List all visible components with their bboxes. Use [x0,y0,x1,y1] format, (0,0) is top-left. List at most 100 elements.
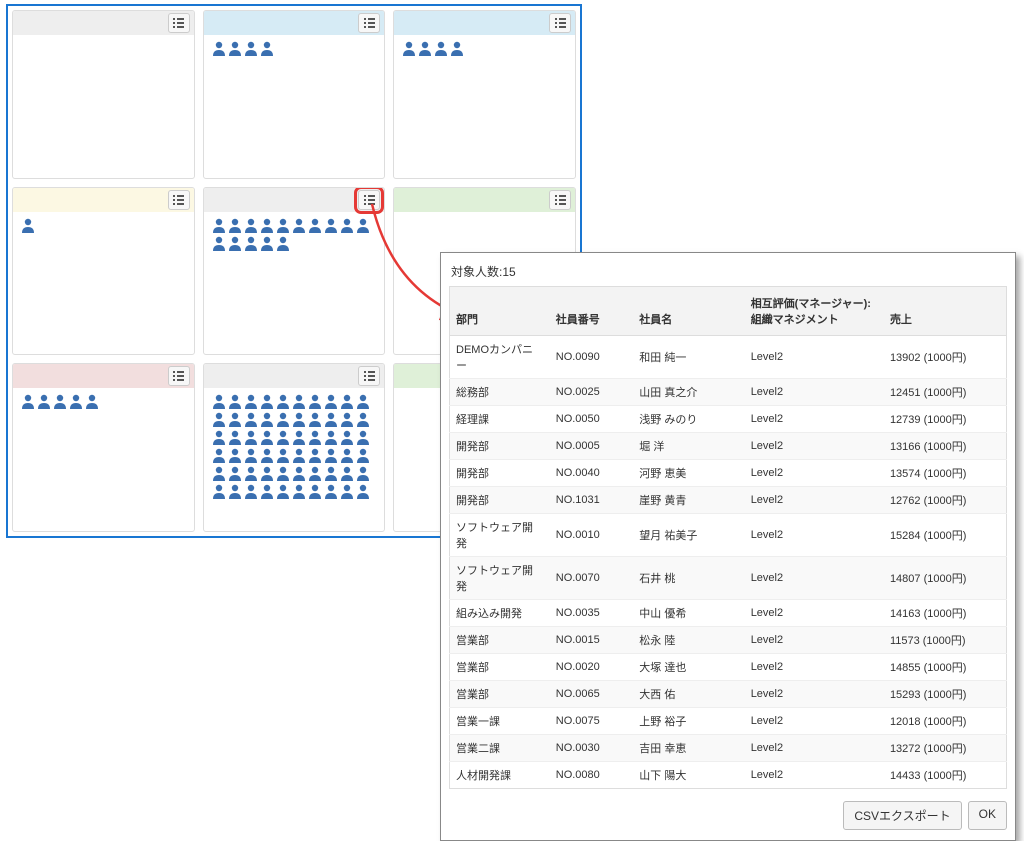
table-row[interactable]: 経理課NO.0050浅野 みのりLevel212739 (1000円) [450,406,1007,433]
cell-body [204,212,385,355]
table-cell: DEMOカンパニー [450,336,550,379]
table-cell: 13574 (1000円) [884,460,1007,487]
csv-export-button[interactable]: CSVエクスポート [843,801,961,830]
cell-list-button[interactable] [549,13,571,33]
person-icon [324,430,338,446]
table-header[interactable]: 社員番号 [550,287,634,336]
person-icon [308,466,322,482]
person-icon [244,412,258,428]
table-cell: 山下 陽大 [633,762,744,789]
cell-header [204,364,385,388]
list-icon [363,370,376,382]
cell-list-button[interactable] [549,190,571,210]
person-icon [212,448,226,464]
person-icon [276,430,290,446]
list-icon [554,17,567,29]
cell-list-button[interactable] [168,190,190,210]
table-cell: 12018 (1000円) [884,708,1007,735]
table-row[interactable]: 営業部NO.0015松永 陸Level211573 (1000円) [450,627,1007,654]
person-icon [244,466,258,482]
table-cell: 経理課 [450,406,550,433]
table-cell: 14433 (1000円) [884,762,1007,789]
table-cell: 中山 優希 [633,600,744,627]
person-icon [434,41,448,57]
person-icon [276,484,290,500]
table-cell: 松永 陸 [633,627,744,654]
table-cell: Level2 [745,460,884,487]
person-icon [260,430,274,446]
table-row[interactable]: 営業一課NO.0075上野 裕子Level212018 (1000円) [450,708,1007,735]
cell-list-button[interactable] [168,13,190,33]
table-cell: Level2 [745,336,884,379]
person-icon [292,448,306,464]
cell-body [204,388,385,531]
person-icon [292,412,306,428]
person-icon [340,218,354,234]
table-row[interactable]: DEMOカンパニーNO.0090和田 純一Level213902 (1000円) [450,336,1007,379]
cell-header [13,364,194,388]
table-cell: Level2 [745,433,884,460]
grid-cell [203,363,386,532]
cell-body [204,35,385,178]
table-row[interactable]: 営業二課NO.0030吉田 幸恵Level213272 (1000円) [450,735,1007,762]
person-icon [228,218,242,234]
person-icon [228,466,242,482]
person-icon [340,484,354,500]
cell-header [204,188,385,212]
table-cell: ソフトウェア開発 [450,557,550,600]
cell-list-button[interactable] [358,190,380,210]
list-icon [172,194,185,206]
person-icon [260,466,274,482]
person-icon [69,394,83,410]
table-row[interactable]: ソフトウェア開発NO.0070石井 桃Level214807 (1000円) [450,557,1007,600]
person-icon [308,448,322,464]
person-icon [228,394,242,410]
table-header[interactable]: 売上 [884,287,1007,336]
table-header[interactable]: 相互評価(マネージャー): 組織マネジメント [745,287,884,336]
table-row[interactable]: 開発部NO.1031崖野 黄青Level212762 (1000円) [450,487,1007,514]
table-row[interactable]: 営業部NO.0020大塚 達也Level214855 (1000円) [450,654,1007,681]
cell-list-button[interactable] [168,366,190,386]
person-icon [324,466,338,482]
table-header[interactable]: 部門 [450,287,550,336]
list-icon [363,194,376,206]
table-cell: NO.0030 [550,735,634,762]
table-cell: 14855 (1000円) [884,654,1007,681]
cell-list-button[interactable] [358,366,380,386]
person-icon [292,218,306,234]
dialog-title: 対象人数:15 [449,259,1007,286]
table-row[interactable]: 開発部NO.0005堀 洋Level213166 (1000円) [450,433,1007,460]
person-icon [340,430,354,446]
table-row[interactable]: 営業部NO.0065大西 佑Level215293 (1000円) [450,681,1007,708]
person-icon [292,484,306,500]
table-cell: 開発部 [450,433,550,460]
table-cell: 13272 (1000円) [884,735,1007,762]
table-cell: 15284 (1000円) [884,514,1007,557]
table-cell: NO.0070 [550,557,634,600]
table-row[interactable]: 総務部NO.0025山田 真之介Level212451 (1000円) [450,379,1007,406]
detail-dialog: 対象人数:15 部門社員番号社員名相互評価(マネージャー): 組織マネジメント売… [440,252,1016,841]
table-row[interactable]: 組み込み開発NO.0035中山 優希Level214163 (1000円) [450,600,1007,627]
person-icon [244,218,258,234]
table-header[interactable]: 社員名 [633,287,744,336]
table-cell: 堀 洋 [633,433,744,460]
cell-header [394,11,575,35]
people-icons [212,394,377,500]
table-row[interactable]: 開発部NO.0040河野 恵美Level213574 (1000円) [450,460,1007,487]
person-icon [308,430,322,446]
person-icon [212,236,226,252]
table-cell: NO.0005 [550,433,634,460]
cell-list-button[interactable] [358,13,380,33]
table-cell: 営業二課 [450,735,550,762]
table-cell: NO.0035 [550,600,634,627]
cell-body [13,388,194,531]
list-icon [172,17,185,29]
person-icon [276,236,290,252]
ok-button[interactable]: OK [968,801,1007,830]
person-icon [228,41,242,57]
table-row[interactable]: 人材開発課NO.0080山下 陽大Level214433 (1000円) [450,762,1007,789]
grid-cell [393,10,576,179]
table-row[interactable]: ソフトウェア開発NO.0010望月 祐美子Level215284 (1000円) [450,514,1007,557]
person-icon [356,218,370,234]
table-cell: 山田 真之介 [633,379,744,406]
